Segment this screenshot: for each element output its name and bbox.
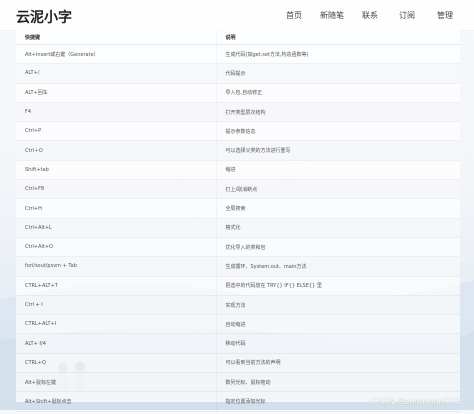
- table-row: ALT+ f/4 移动代码: [16, 333, 460, 354]
- table-row: F4 打开类型层次结构: [16, 102, 460, 123]
- shortcut-description-cell: 优化导入的类和包: [216, 237, 460, 258]
- shortcut-description-cell: 自动缩进: [216, 314, 460, 335]
- table-body: Alt+Insert或右键（Generate） 生成代码(如get,set方法,构…: [16, 44, 460, 412]
- shortcut-description-cell: 生成代码(如get,set方法,构造函数等): [216, 44, 460, 65]
- shortcut-description-cell: 代码提示: [216, 63, 460, 84]
- table-row: Ctrl＋O 可以选择父类的方法进行重写: [16, 140, 460, 161]
- column-header-shortcut: 快捷键: [16, 30, 217, 45]
- shortcut-key-cell: CTRL+Q: [16, 353, 217, 374]
- shortcut-key-cell: Ctrl+Alt+L: [16, 218, 217, 238]
- nav-manage[interactable]: 管理: [437, 10, 453, 21]
- table-row: Shift+tab 缩进: [16, 160, 460, 181]
- shortcut-table-container: 快捷键 说明 Alt+Insert或右键（Generate） 生成代码(如get,…: [16, 30, 460, 412]
- table-row: CTRL+ALT+I 自动缩进: [16, 314, 460, 335]
- shortcut-description-cell: 生成循环、System.out、main方法: [216, 256, 460, 277]
- table-row: Alt+Insert或右键（Generate） 生成代码(如get,set方法,构…: [16, 44, 460, 65]
- site-header: 云泥小字 首页 新随笔 联系 订阅 管理: [0, 0, 474, 31]
- table-header-row: 快捷键 说明: [16, 30, 460, 45]
- nav-new-post[interactable]: 新随笔: [320, 10, 344, 21]
- nav-home[interactable]: 首页: [286, 10, 302, 21]
- shortcut-key-cell: Alt+Shift+鼠标点击: [16, 391, 217, 412]
- shortcut-key-cell: Ctrl+F8: [16, 179, 217, 200]
- table-row: Ctrl+Alt+O 优化导入的类和包: [16, 237, 460, 258]
- shortcut-key-cell: ALT+回车: [16, 83, 217, 103]
- table-row: Ctrl+P 提示参数信息: [16, 121, 460, 142]
- shortcut-description-cell: 数列光标、鼠标拖动: [216, 372, 460, 393]
- shortcut-description-cell: 提示参数信息: [216, 121, 460, 142]
- shortcut-description-cell: 可以选择父类的方法进行重写: [216, 140, 460, 161]
- table-row: Ctrl+F8 打上/取消断点: [16, 179, 460, 200]
- table-row: CTRL+ALT+T 把选中的代码放在 TRY{} IF{} ELSE{} 里: [16, 276, 460, 296]
- shortcut-description-cell: 移动代码: [216, 333, 460, 354]
- shortcut-description-cell: 全局搜索: [216, 198, 460, 219]
- table-row: fori/sout/psvm + Tab 生成循环、System.out、main…: [16, 256, 460, 277]
- shortcut-description-cell: 打上/取消断点: [216, 179, 460, 200]
- shortcut-description-cell: 把选中的代码放在 TRY{} IF{} ELSE{} 里: [216, 276, 460, 296]
- shortcut-description-cell: 缩进: [216, 160, 460, 181]
- shortcut-key-cell: F4: [16, 102, 217, 123]
- shortcut-key-cell: Ctrl+Alt+O: [16, 237, 217, 258]
- shortcut-description-cell: 实现方法: [216, 295, 460, 316]
- table-row: Alt+鼠标左键 数列光标、鼠标拖动: [16, 372, 460, 393]
- shortcut-key-cell: CTRL+ALT+T: [16, 276, 217, 296]
- shortcut-key-cell: fori/sout/psvm + Tab: [16, 256, 217, 277]
- shortcut-key-cell: Alt+Insert或右键（Generate）: [16, 44, 217, 65]
- shortcut-key-cell: ALT+ f/4: [16, 333, 217, 354]
- table-row: Ctrl + I 实现方法: [16, 295, 460, 316]
- shortcut-key-cell: Ctrl+P: [16, 121, 217, 142]
- shortcut-description-cell: 打开类型层次结构: [216, 102, 460, 123]
- shortcut-description-cell: 格式化: [216, 218, 460, 238]
- shortcut-key-cell: Ctrl + I: [16, 295, 217, 316]
- table-row: CTRL+Q 可以看到当前方法的声明: [16, 353, 460, 374]
- shortcut-key-cell: Ctrl+H: [16, 198, 217, 219]
- shortcut-key-cell: Shift+tab: [16, 160, 217, 181]
- shortcut-description-cell: 可以看到当前方法的声明: [216, 353, 460, 374]
- table-row: ALT+/代码提示: [16, 63, 460, 84]
- main-nav: 首页 新随笔 联系 订阅 管理: [0, 10, 474, 22]
- shortcut-key-cell: Alt+鼠标左键: [16, 372, 217, 393]
- table-row: Ctrl+Alt+L 格式化: [16, 218, 460, 238]
- shortcut-key-cell: CTRL+ALT+I: [16, 314, 217, 335]
- nav-subscribe[interactable]: 订阅: [399, 10, 415, 21]
- table-row: ALT+回车 导入包,自动修正: [16, 83, 460, 103]
- nav-contact[interactable]: 联系: [362, 10, 378, 21]
- shortcut-description-cell: 导入包,自动修正: [216, 83, 460, 103]
- column-header-description: 说明: [216, 30, 460, 45]
- csdn-watermark: CSDN @zhangsan3333: [371, 397, 464, 406]
- shortcut-key-cell: ALT+/: [16, 63, 217, 84]
- shortcut-key-cell: Ctrl＋O: [16, 140, 217, 161]
- shortcut-table: 快捷键 说明 Alt+Insert或右键（Generate） 生成代码(如get,…: [16, 30, 460, 412]
- table-row: Ctrl+H 全局搜索: [16, 198, 460, 219]
